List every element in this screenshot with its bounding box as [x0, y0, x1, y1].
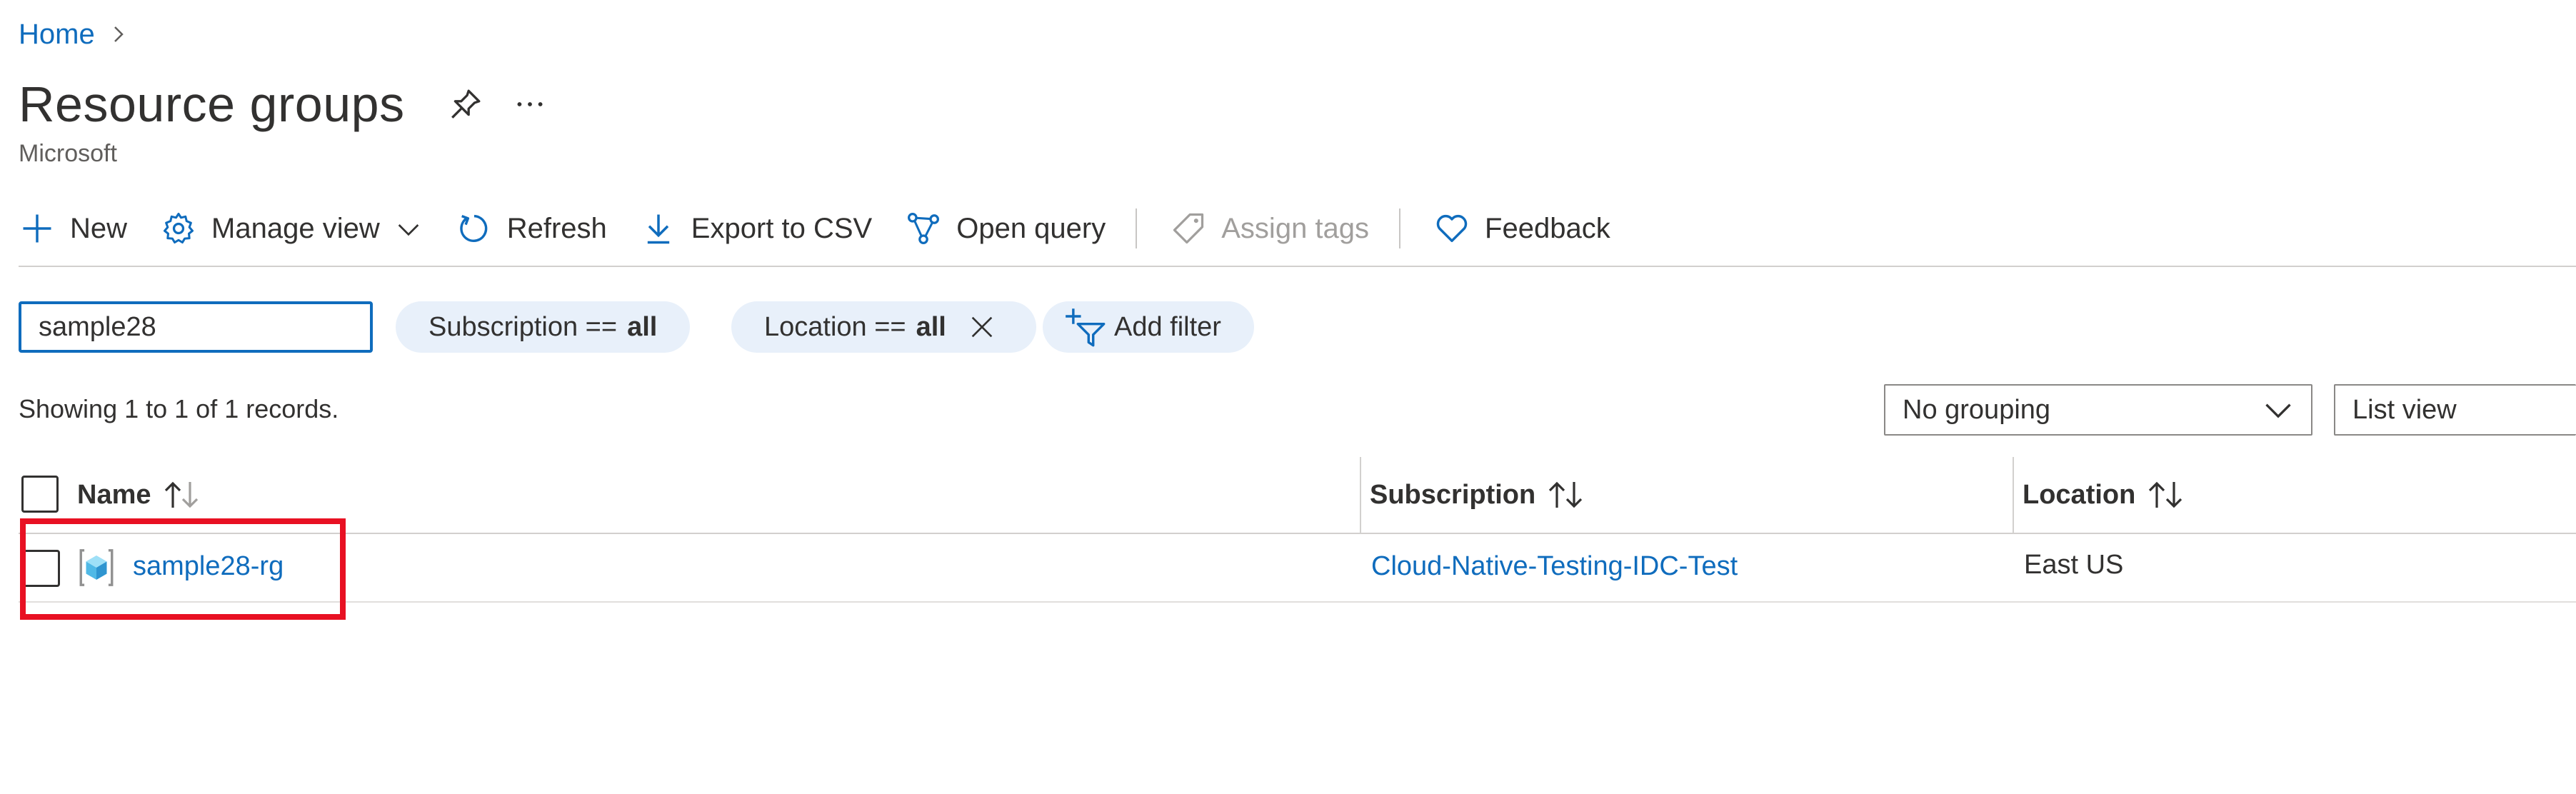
view-dropdown-value: List view: [2352, 394, 2457, 425]
column-divider[interactable]: [2013, 457, 2014, 534]
assign-tags-button[interactable]: Assign tags: [1170, 210, 1369, 247]
add-filter-icon: [1066, 308, 1106, 347]
plus-icon: [23, 214, 51, 243]
gear-icon: [164, 212, 194, 244]
more-options-icon[interactable]: [512, 86, 548, 122]
export-csv-button[interactable]: Export to CSV: [640, 210, 872, 247]
table-row[interactable]: sample28-rg Cloud-Native-Testing-IDC-Tes…: [19, 534, 2576, 601]
refresh-label: Refresh: [506, 212, 607, 244]
chevron-right-icon: [114, 26, 124, 42]
feedback-button[interactable]: Feedback: [1433, 210, 1610, 247]
row-divider: [19, 601, 2576, 603]
column-header-subscription[interactable]: Subscription: [1370, 473, 1584, 517]
sort-icon[interactable]: [163, 479, 200, 511]
close-icon[interactable]: [968, 313, 996, 341]
add-filter-button[interactable]: Add filter: [1043, 301, 1254, 353]
page-header: Resource groups: [19, 69, 548, 140]
tag-icon: [1173, 213, 1204, 244]
breadcrumb: Home: [19, 14, 129, 54]
highlight-box: [20, 518, 346, 620]
sort-icon[interactable]: [1547, 479, 1584, 511]
location-filter-value: all: [916, 311, 946, 342]
column-header-location[interactable]: Location: [2023, 473, 2184, 517]
subscription-filter-value: all: [627, 311, 658, 342]
column-header-name-label: Name: [77, 479, 151, 510]
query-graph-icon: [908, 213, 940, 244]
subscription-link[interactable]: Cloud-Native-Testing-IDC-Test: [1371, 551, 1738, 582]
subscription-filter-label: Subscription ==: [429, 311, 618, 342]
add-filter-label: Add filter: [1114, 311, 1221, 342]
toolbar-divider: [1136, 208, 1138, 248]
column-header-location-label: Location: [2023, 479, 2136, 510]
feedback-label: Feedback: [1485, 212, 1610, 244]
refresh-icon: [459, 214, 488, 243]
refresh-button[interactable]: Refresh: [456, 210, 607, 247]
select-all-checkbox[interactable]: [21, 476, 59, 513]
chevron-down-icon: [398, 224, 419, 236]
new-button[interactable]: New: [19, 210, 127, 247]
manage-view-label: Manage view: [211, 212, 380, 244]
open-query-button[interactable]: Open query: [905, 210, 1106, 247]
column-header-name[interactable]: Name: [77, 473, 200, 517]
page-title: Resource groups: [19, 76, 405, 132]
grouping-dropdown[interactable]: No grouping: [1884, 384, 2312, 436]
heart-icon: [1436, 214, 1468, 243]
location-filter-pill[interactable]: Location == all: [731, 301, 1036, 353]
new-button-label: New: [70, 212, 128, 244]
export-csv-label: Export to CSV: [691, 212, 873, 244]
filter-search-input[interactable]: sample28: [19, 301, 373, 353]
pin-icon[interactable]: [448, 86, 483, 122]
records-summary: Showing 1 to 1 of 1 records.: [19, 394, 339, 423]
breadcrumb-home-link[interactable]: Home: [19, 19, 95, 51]
assign-tags-label: Assign tags: [1221, 212, 1370, 244]
location-filter-label: Location ==: [764, 311, 906, 342]
download-icon: [647, 214, 669, 244]
location-cell: East US: [2024, 550, 2124, 580]
column-header-subscription-label: Subscription: [1370, 479, 1536, 510]
resource-groups-page: Home Resource groups Microsoft New Manag…: [0, 0, 2576, 794]
open-query-label: Open query: [956, 212, 1106, 244]
command-bar: New Manage view Refresh Export to CSV Op…: [19, 200, 1643, 257]
page-subtitle: Microsoft: [19, 140, 117, 167]
column-divider[interactable]: [1360, 457, 1361, 534]
grouping-dropdown-value: No grouping: [1903, 394, 2051, 425]
toolbar-divider-line: [19, 266, 2576, 267]
sort-icon[interactable]: [2147, 479, 2184, 511]
chevron-down-icon: [2265, 403, 2291, 418]
manage-view-button[interactable]: Manage view: [160, 210, 423, 247]
view-dropdown[interactable]: List view: [2334, 384, 2576, 436]
toolbar-divider: [1399, 208, 1401, 248]
subscription-filter-pill[interactable]: Subscription == all: [396, 301, 691, 353]
